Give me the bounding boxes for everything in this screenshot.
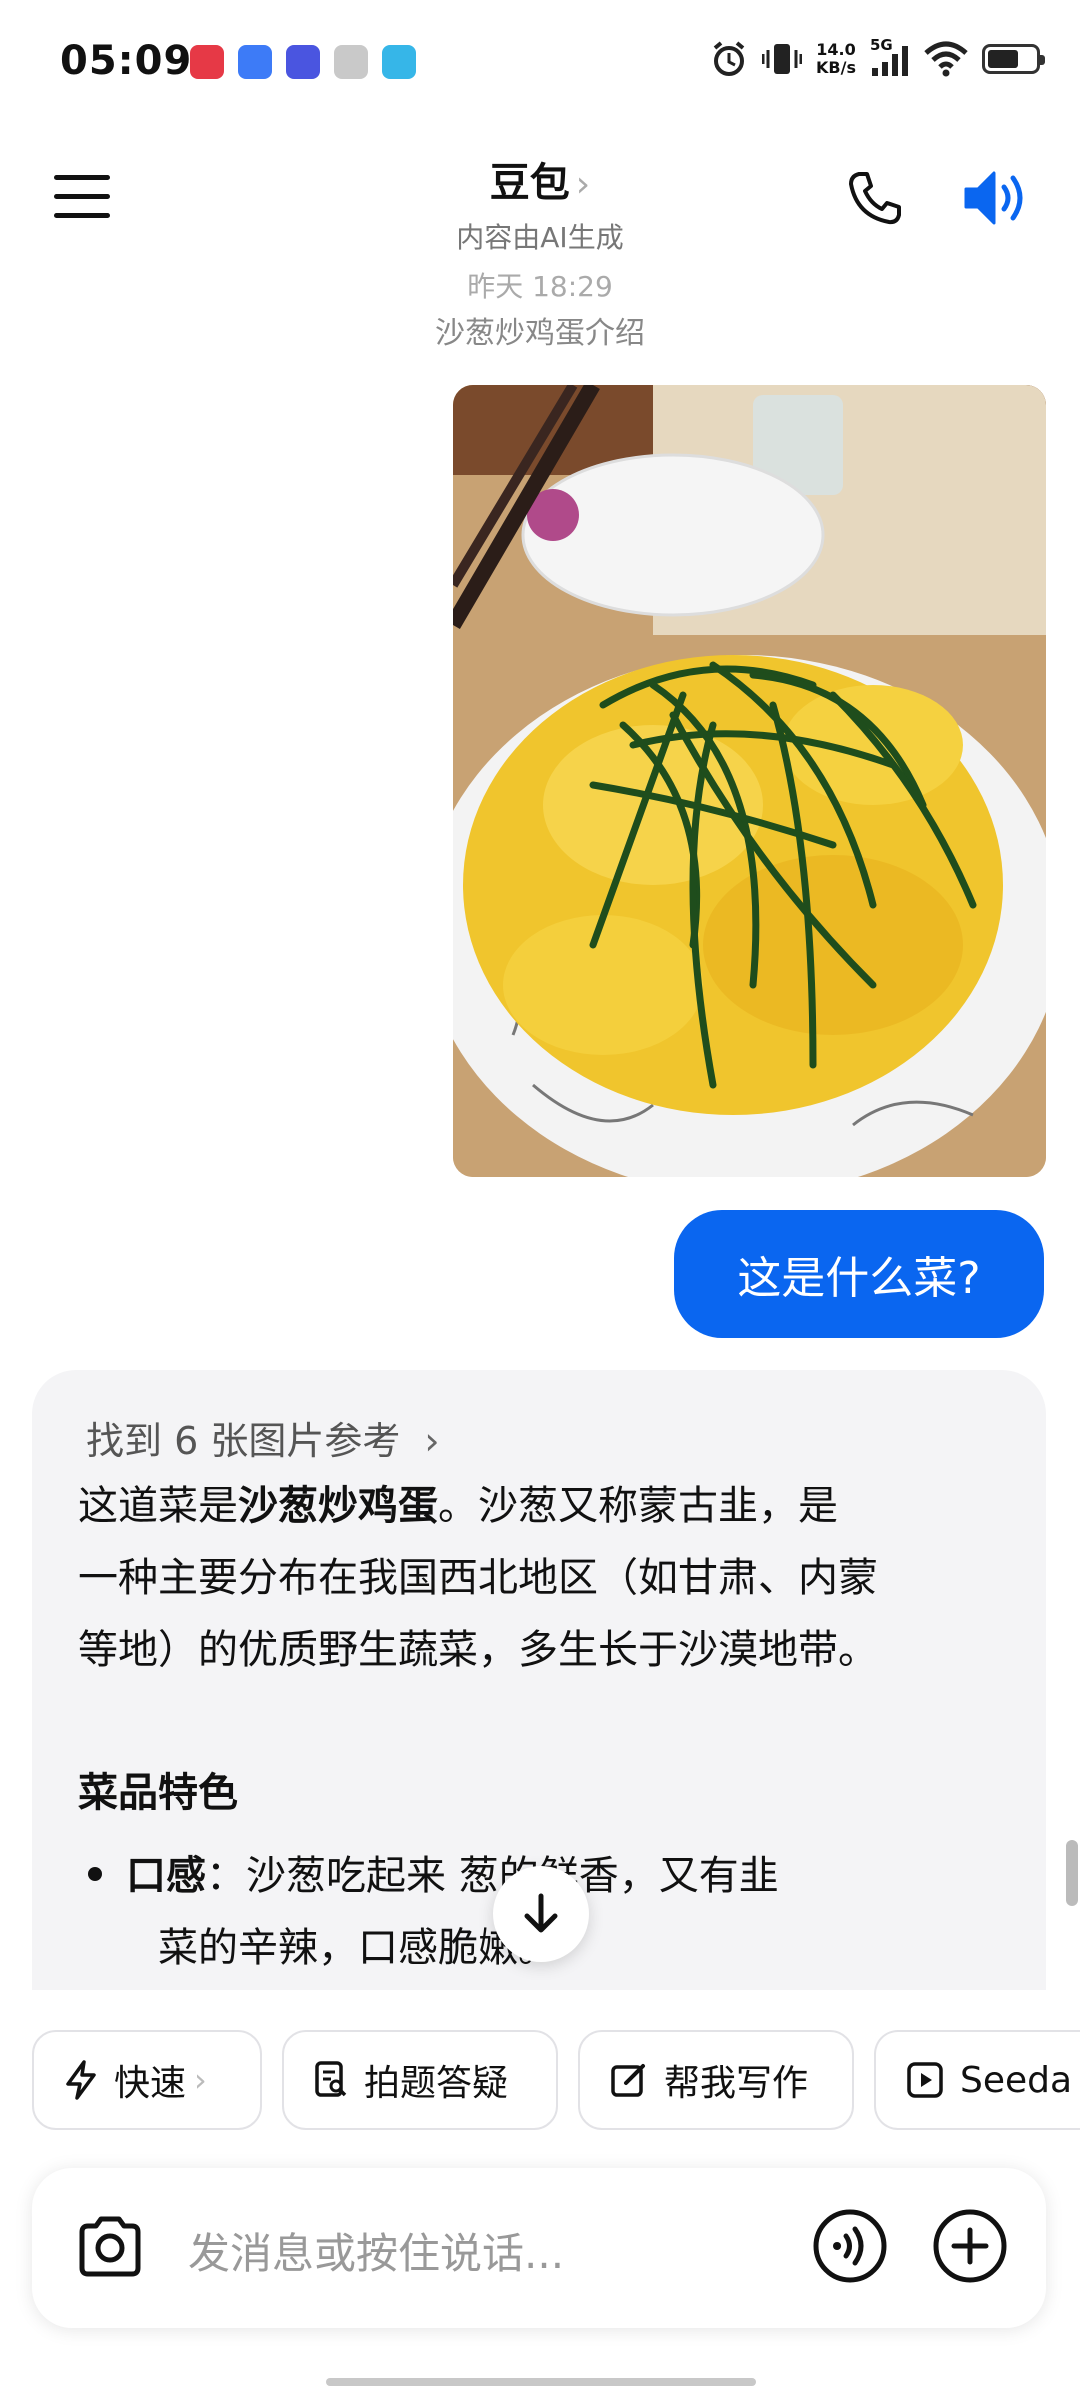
settings-icon <box>334 45 368 79</box>
app-cyan-icon <box>382 45 416 79</box>
edit-icon <box>611 2064 645 2097</box>
speaker-button[interactable] <box>960 165 1032 231</box>
camera-button[interactable] <box>76 2214 144 2284</box>
message-input-bar: 发消息或按住说话... <box>32 2168 1046 2328</box>
speaker-icon <box>964 171 1023 225</box>
play-video-icon <box>907 2062 943 2098</box>
seedance-video-chip[interactable]: Seeda <box>874 2030 1080 2130</box>
lightning-icon <box>66 2060 96 2100</box>
chevron-right-icon: › <box>424 1419 440 1463</box>
net-speed: 14.0 KB/s <box>816 40 856 77</box>
chevron-right-icon: › <box>575 164 591 205</box>
scrollbar-thumb[interactable] <box>1066 1840 1078 1906</box>
conversation-topic: 沙葱炒鸡蛋介绍 <box>435 316 645 351</box>
wifi-icon <box>924 41 968 77</box>
stir-fried-egg-photo-image <box>453 385 1046 1177</box>
scroll-to-bottom-button[interactable] <box>493 1866 589 1962</box>
home-indicator[interactable] <box>326 2378 756 2386</box>
image-references-link[interactable]: 找到 6 张图片参考 › <box>86 1410 440 1465</box>
dish-name: 沙葱炒鸡蛋 <box>238 1483 438 1529</box>
vibrate-icon <box>762 44 803 74</box>
alarm-icon <box>713 41 745 76</box>
xiaohongshu-icon <box>190 45 224 79</box>
scan-document-icon <box>315 2061 347 2097</box>
quick-actions-bar: 快速 › 拍题答疑 帮我写作 Seeda <box>32 2030 1080 2134</box>
chat-header[interactable]: 豆包 › 内容由AI生成 <box>0 150 1080 256</box>
message-input[interactable]: 发消息或按住说话... <box>188 2220 564 2281</box>
camera-icon <box>79 2216 141 2277</box>
ai-disclaimer: 内容由AI生成 <box>456 221 624 254</box>
photo-question-chip[interactable]: 拍题答疑 <box>282 2030 558 2130</box>
quick-mode-chip[interactable]: 快速 › <box>32 2030 262 2130</box>
app-blue-icon <box>238 45 272 79</box>
writing-help-chip[interactable]: 帮我写作 <box>578 2030 854 2130</box>
status-time: 05:09 <box>60 38 193 84</box>
voice-wave-icon <box>813 2209 887 2283</box>
user-message-bubble[interactable]: 这是什么菜? <box>674 1210 1044 1338</box>
status-bar: 05:09 14.0 KB/s 5G <box>0 0 1080 120</box>
arrow-down-icon <box>524 1893 558 1933</box>
answer-text: 这道菜是沙葱炒鸡蛋。沙葱又称蒙古韭，是 一种主要分布在我国西北地区（如甘肃、内蒙… <box>78 1483 878 1673</box>
section-heading: 菜品特色 <box>78 1770 238 1816</box>
page-title[interactable]: 豆包 <box>490 160 570 206</box>
phone-call-button[interactable] <box>845 168 905 228</box>
dish-photo[interactable] <box>453 385 1046 1177</box>
signal-icon: 5G <box>870 36 910 78</box>
phone-icon <box>849 172 901 225</box>
add-button[interactable] <box>932 2208 1008 2288</box>
vivo-icon <box>286 45 320 79</box>
bullet-icon <box>88 1867 102 1881</box>
plus-circle-icon <box>933 2209 1007 2283</box>
voice-call-button[interactable] <box>812 2208 888 2288</box>
message-date: 昨天 18:29 <box>467 270 613 303</box>
battery-icon <box>982 44 1045 74</box>
